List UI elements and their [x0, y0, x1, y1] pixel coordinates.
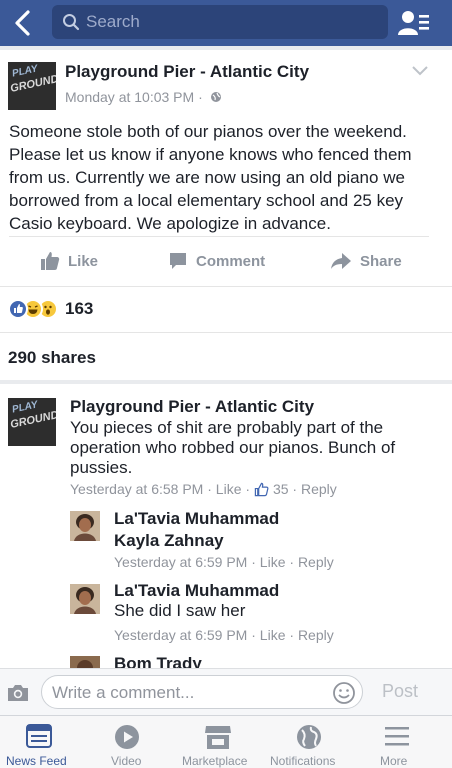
- tab-more[interactable]: More: [376, 716, 416, 768]
- comment-reply-link[interactable]: Reply: [301, 481, 337, 497]
- post-comment-button[interactable]: Post: [382, 681, 418, 702]
- thumbs-up-icon: [41, 252, 60, 270]
- tab-notifications[interactable]: Notifications: [268, 716, 354, 768]
- meta-separator: ·: [285, 627, 298, 643]
- like-button[interactable]: Like: [40, 248, 98, 274]
- comment-reply-link[interactable]: Reply: [298, 554, 334, 570]
- commenter-avatar[interactable]: [70, 656, 100, 668]
- comment-input[interactable]: [52, 682, 322, 704]
- page-avatar[interactable]: PLAY GROUND: [8, 62, 56, 110]
- search-icon: [63, 14, 80, 31]
- bottom-tab-bar: News Feed Video Marketplace Notification…: [0, 715, 452, 768]
- post-time-text: Monday at 10:03 PM ·: [65, 89, 203, 105]
- comments-section: PLAY GROUND Playground Pier - Atlantic C…: [0, 384, 452, 668]
- tab-news-feed[interactable]: News Feed: [0, 716, 76, 768]
- meta-separator: ·: [241, 481, 254, 497]
- comment-icon: [170, 253, 186, 269]
- comment-like-link[interactable]: Like: [216, 481, 242, 497]
- divider: [0, 286, 452, 287]
- back-arrow-icon[interactable]: [10, 9, 36, 37]
- post-text: Someone stole both of our pianos over th…: [9, 122, 412, 233]
- comment-time[interactable]: Yesterday at 6:59 PM: [114, 554, 247, 570]
- comment-author[interactable]: La'Tavia Muhammad: [114, 509, 279, 529]
- globe-notifications-icon: [297, 725, 321, 749]
- comment-text-line: pussies.: [70, 458, 133, 477]
- chevron-down-icon[interactable]: [410, 64, 430, 78]
- commenter-avatar[interactable]: PLAY GROUND: [8, 398, 56, 446]
- meta-separator: ·: [288, 481, 301, 497]
- video-play-icon: [115, 725, 139, 749]
- meta-separator: ·: [285, 554, 298, 570]
- post-author[interactable]: Playground Pier - Atlantic City: [65, 62, 309, 82]
- comment-time[interactable]: Yesterday at 6:59 PM: [114, 627, 247, 643]
- meta-separator: ·: [247, 627, 260, 643]
- post-timestamp[interactable]: Monday at 10:03 PM ·: [65, 89, 222, 105]
- comment-meta: Yesterday at 6:59 PM · Like · Reply: [114, 627, 334, 643]
- commenter-avatar[interactable]: [70, 584, 100, 614]
- comment-box[interactable]: [41, 675, 363, 709]
- tab-label: News Feed: [6, 754, 67, 768]
- reactions-summary[interactable]: 163: [8, 299, 93, 319]
- like-reaction-icon: [8, 299, 28, 319]
- comment-author[interactable]: Playground Pier - Atlantic City: [70, 397, 314, 417]
- comment-meta: Yesterday at 6:59 PM · Like · Reply: [114, 554, 334, 570]
- search-bar[interactable]: [52, 5, 388, 39]
- tab-label: Marketplace: [182, 754, 248, 768]
- comment-composer: Post: [0, 668, 452, 715]
- tab-marketplace[interactable]: Marketplace: [176, 716, 260, 768]
- comment-author[interactable]: Bom Trady: [114, 654, 202, 668]
- meta-separator: ·: [247, 554, 260, 570]
- tab-video[interactable]: Video: [100, 716, 156, 768]
- comment-time[interactable]: Yesterday at 6:58 PM: [70, 481, 203, 497]
- emoji-icon[interactable]: [332, 681, 356, 705]
- commenter-avatar[interactable]: [70, 511, 100, 541]
- comment-text-line: You pieces of shit are probably part of …: [70, 418, 384, 437]
- comment-text-line: operation who robbed our pianos. Bunch o…: [70, 438, 396, 457]
- comment-button[interactable]: Comment: [168, 248, 265, 274]
- meta-separator: ·: [203, 481, 216, 497]
- share-label: Share: [360, 252, 402, 270]
- comment-meta: Yesterday at 6:58 PM · Like · 35 · Reply: [70, 481, 337, 497]
- reaction-count: 163: [65, 299, 94, 318]
- share-button[interactable]: Share: [330, 248, 402, 274]
- thumbs-up-outline-icon: [254, 482, 269, 496]
- share-count[interactable]: 290 shares: [8, 348, 96, 368]
- like-label: Like: [68, 252, 99, 270]
- comment-like-link[interactable]: Like: [260, 554, 286, 570]
- top-bar: [0, 0, 452, 46]
- comment-author[interactable]: La'Tavia Muhammad: [114, 581, 279, 601]
- divider: [0, 332, 452, 333]
- divider: [9, 236, 429, 237]
- comment-label: Comment: [196, 252, 266, 270]
- search-input[interactable]: [86, 11, 376, 33]
- comment-text[interactable]: Kayla Zahnay: [114, 531, 224, 551]
- comment-like-link[interactable]: Like: [260, 627, 286, 643]
- comment-reply-link[interactable]: Reply: [298, 627, 334, 643]
- friend-requests-icon[interactable]: [398, 8, 430, 38]
- hamburger-menu-icon: [385, 727, 409, 746]
- tab-label: More: [380, 754, 408, 768]
- comment-like-count[interactable]: 35: [273, 481, 289, 497]
- news-feed-icon: [26, 724, 52, 748]
- camera-icon[interactable]: [6, 683, 30, 703]
- globe-icon: [210, 92, 221, 102]
- tab-label: Notifications: [270, 754, 336, 768]
- tab-label: Video: [111, 754, 142, 768]
- marketplace-store-icon: [205, 726, 231, 749]
- share-arrow-icon: [331, 253, 351, 269]
- post-card: PLAY GROUND Playground Pier - Atlantic C…: [0, 50, 452, 380]
- comment-text: She did I saw her: [114, 601, 246, 620]
